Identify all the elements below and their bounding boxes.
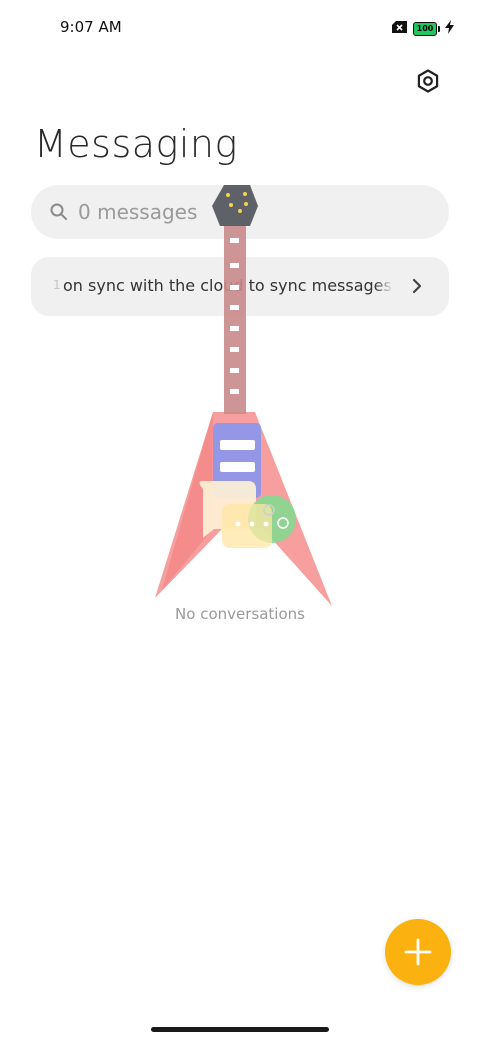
sync-text-fade [375, 257, 393, 316]
home-indicator[interactable] [151, 1027, 329, 1032]
empty-state-illustration [155, 185, 332, 606]
page-title: Messaging [34, 122, 238, 166]
gear-icon [417, 69, 439, 93]
messaging-screen: 9:07 AM 100 Messaging 0 messages 1 on sy… [0, 0, 480, 1040]
plus-icon [404, 938, 432, 966]
status-icons: 100 [391, 19, 454, 38]
battery-icon: 100 [413, 21, 440, 36]
sync-text-leading-fragment: 1 [53, 278, 61, 292]
status-time: 9:07 AM [60, 18, 122, 36]
status-bar: 9:07 AM 100 [0, 0, 480, 56]
empty-state-text: No conversations [175, 605, 305, 623]
new-message-button[interactable] [385, 919, 451, 985]
search-icon [49, 202, 69, 222]
no-sim-icon [391, 19, 409, 38]
charging-icon [445, 19, 454, 38]
chevron-right-icon [412, 278, 422, 294]
settings-button[interactable] [410, 63, 446, 99]
